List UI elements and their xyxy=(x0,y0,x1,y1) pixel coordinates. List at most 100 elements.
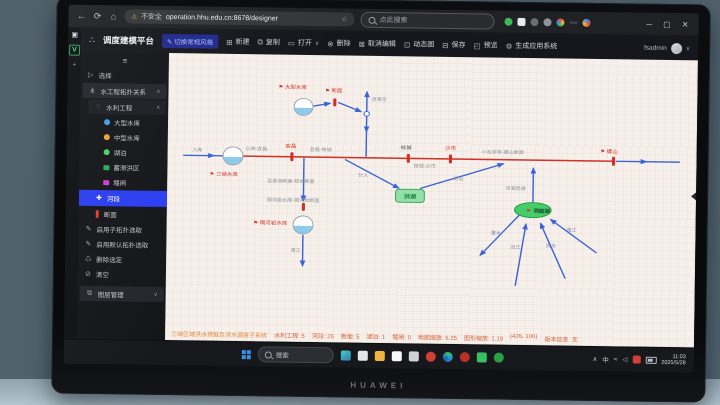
app-icon-red[interactable] xyxy=(426,352,436,362)
copy-icon: ⧉ xyxy=(257,37,262,47)
save-button[interactable]: ⊟ 保存 xyxy=(442,40,465,50)
app-icon-green-phone[interactable] xyxy=(494,353,504,363)
svg-text:宜昌-枝城: 宜昌-枝城 xyxy=(310,146,332,153)
address-bar[interactable]: ⚠ 不安全 operation.hhu.edu.cn:8678/designer… xyxy=(124,9,354,26)
app-icon-wps[interactable] xyxy=(392,351,402,361)
junction-node[interactable] xyxy=(364,111,369,116)
svg-text:小毛家埠-螺山断面: 小毛家埠-螺山断面 xyxy=(481,149,524,156)
svg-text:百里洲断面-枝城断面: 百里洲断面-枝城断面 xyxy=(267,178,315,185)
chevron-down-icon: ∨ xyxy=(154,291,158,297)
sidebar-item-sub-topology[interactable]: ✎ 启用子拓扑选取 xyxy=(78,222,166,237)
sidebar-item-delete-selected[interactable]: ♺ 删除选定 xyxy=(78,252,166,267)
new-button[interactable]: ⊞ 新建 xyxy=(226,37,249,47)
dynamic-graph-icon: ⊡ xyxy=(404,40,410,49)
windows-start-button[interactable] xyxy=(242,350,251,359)
app-icon-file-explorer[interactable] xyxy=(375,351,385,361)
extension-icon-gray[interactable] xyxy=(530,18,538,26)
flood-area-node[interactable]: 洪湖 xyxy=(395,189,424,202)
svg-text:枝城-沙市: 枝城-沙市 xyxy=(414,163,436,170)
battery-icon[interactable] xyxy=(645,356,656,363)
reservoir-node-geheyan[interactable] xyxy=(293,216,313,234)
home-icon[interactable]: ⌂ xyxy=(108,11,118,21)
generate-app-button[interactable]: ⚙ 生成应用系统 xyxy=(506,41,558,52)
quick-search-pill[interactable]: 点此搜索 xyxy=(360,12,494,30)
app-icon-photos[interactable] xyxy=(409,351,419,361)
svg-text:⚑ 螺山: ⚑ 螺山 xyxy=(600,147,618,155)
chevron-down-icon: ∨ xyxy=(315,40,320,47)
copy-button[interactable]: ⧉ 复制 xyxy=(257,37,279,47)
sidebar-item-layer-management[interactable]: ⧉ 图层管理 ∨ xyxy=(80,286,164,302)
stat-reaches: 河段: 26 xyxy=(312,331,334,340)
maximize-button[interactable]: ▢ xyxy=(663,19,671,28)
wifi-icon[interactable]: ≈ xyxy=(614,356,618,363)
lake-icon xyxy=(104,149,110,155)
version-info: 版本信息: 无 xyxy=(544,334,577,343)
app-icon-document[interactable] xyxy=(358,351,368,361)
sidebar-item-default-topology[interactable]: ✎ 启用默认拓扑选取 xyxy=(78,237,166,252)
svg-text:资水: 资水 xyxy=(546,243,557,250)
sidebar-group-topology[interactable]: ⋔ 水工程拓扑关系 ∧ xyxy=(82,83,166,99)
extension-icon-clock[interactable] xyxy=(543,18,551,26)
sidebar-item-lake[interactable]: 湖泊 xyxy=(80,145,168,160)
large-reservoir-icon xyxy=(104,119,110,125)
app-icon-red2[interactable] xyxy=(460,352,470,362)
add-icon[interactable]: + xyxy=(72,62,76,69)
browser-profile-avatar[interactable] xyxy=(582,19,590,27)
search-icon xyxy=(368,16,375,23)
minimize-button[interactable]: ─ xyxy=(646,19,652,28)
designer-canvas[interactable]: 洪湖 ⚑ 洞庭湖 ⚑ 大型水库 ⚑ 断面 xyxy=(165,53,698,347)
panel-collapse-arrow[interactable] xyxy=(691,192,696,200)
back-icon[interactable]: ← xyxy=(76,11,86,21)
tray-app-icon[interactable] xyxy=(632,356,640,364)
laptop: ← ⟳ ⌂ ⚠ 不安全 operation.hhu.edu.cn:8678/de… xyxy=(51,0,710,403)
app-icon-edge[interactable] xyxy=(443,352,453,362)
extension-icon-green[interactable] xyxy=(504,18,512,26)
trash-icon: ♺ xyxy=(84,255,92,263)
tray-expand-icon[interactable]: ∧ xyxy=(592,355,597,363)
delete-button[interactable]: ⊗ 删除 xyxy=(327,38,350,48)
security-warning-text: 不安全 xyxy=(141,12,162,22)
security-warning-icon: ⚠ xyxy=(131,13,136,20)
lake-node-dongting[interactable]: ⚑ 洞庭湖 xyxy=(514,202,551,218)
taskbar-search[interactable]: 搜索 xyxy=(258,346,334,363)
extension-overflow-icon[interactable] xyxy=(569,22,577,24)
pen-icon: ✎ xyxy=(84,225,92,233)
sidebar-item-large-reservoir[interactable]: 大型水库 xyxy=(80,115,168,130)
open-button[interactable]: ▭ 打开 ∨ xyxy=(288,38,320,48)
stat-sections: 断面: 5 xyxy=(341,331,360,340)
taskbar-clock[interactable]: 11:03 2025/5/28 xyxy=(661,353,686,366)
sidebar-group-project[interactable]: ◌ 水利工程 ∧ xyxy=(88,99,166,115)
v-extension-icon[interactable]: V xyxy=(69,45,80,56)
ime-indicator[interactable]: 中 xyxy=(602,354,609,364)
close-button[interactable]: ✕ xyxy=(682,20,689,29)
panel-icon[interactable]: ▣ xyxy=(71,31,78,39)
sidebar-collapse-button[interactable]: ≡ xyxy=(81,54,169,68)
dynamic-graph-button[interactable]: ⊡ 动态图 xyxy=(404,39,434,49)
sidebar-item-medium-reservoir[interactable]: 中型水库 xyxy=(80,130,168,145)
sidebar-item-select[interactable]: ▷ 选择 xyxy=(81,68,169,83)
extension-icon-profile[interactable] xyxy=(556,18,564,26)
reservoir-node-large[interactable] xyxy=(294,98,313,115)
app-icon-wechat[interactable] xyxy=(477,352,487,362)
volume-icon[interactable]: ◁ xyxy=(622,355,627,363)
sidebar-item-section[interactable]: 断面 xyxy=(79,207,167,222)
refresh-icon[interactable]: ⟳ xyxy=(92,10,102,21)
svg-text:宜昌: 宜昌 xyxy=(285,142,296,150)
sidebar-item-flood-area[interactable]: 蓄滞洪区 xyxy=(79,160,167,175)
preview-icon: ◰ xyxy=(473,41,480,50)
extension-icon-doc[interactable] xyxy=(517,18,525,26)
avatar[interactable] xyxy=(671,43,682,54)
cancel-edit-button[interactable]: ⊠ 取消编辑 xyxy=(359,39,396,50)
bookmark-star-icon[interactable]: ☆ xyxy=(341,15,347,23)
app-icon-widgets[interactable] xyxy=(341,350,351,360)
reservoir-node-sanxia[interactable] xyxy=(223,147,243,165)
sidebar-item-weir-gate[interactable]: 堰闸 xyxy=(79,175,167,190)
chevron-up-icon: ∧ xyxy=(156,104,160,110)
user-menu-chevron-icon[interactable]: ∨ xyxy=(686,45,691,52)
sidebar-item-clear[interactable]: ⊘ 清空 xyxy=(78,267,166,282)
svg-text:⚑ 大型水库: ⚑ 大型水库 xyxy=(278,83,308,91)
quick-search-placeholder: 点此搜索 xyxy=(379,15,407,25)
preview-button[interactable]: ◰ 预览 xyxy=(473,40,497,50)
sidebar-item-reach[interactable]: ✚ 河段 xyxy=(79,190,167,207)
switch-style-badge[interactable]: ✎ 切换常规风格 xyxy=(162,34,218,49)
